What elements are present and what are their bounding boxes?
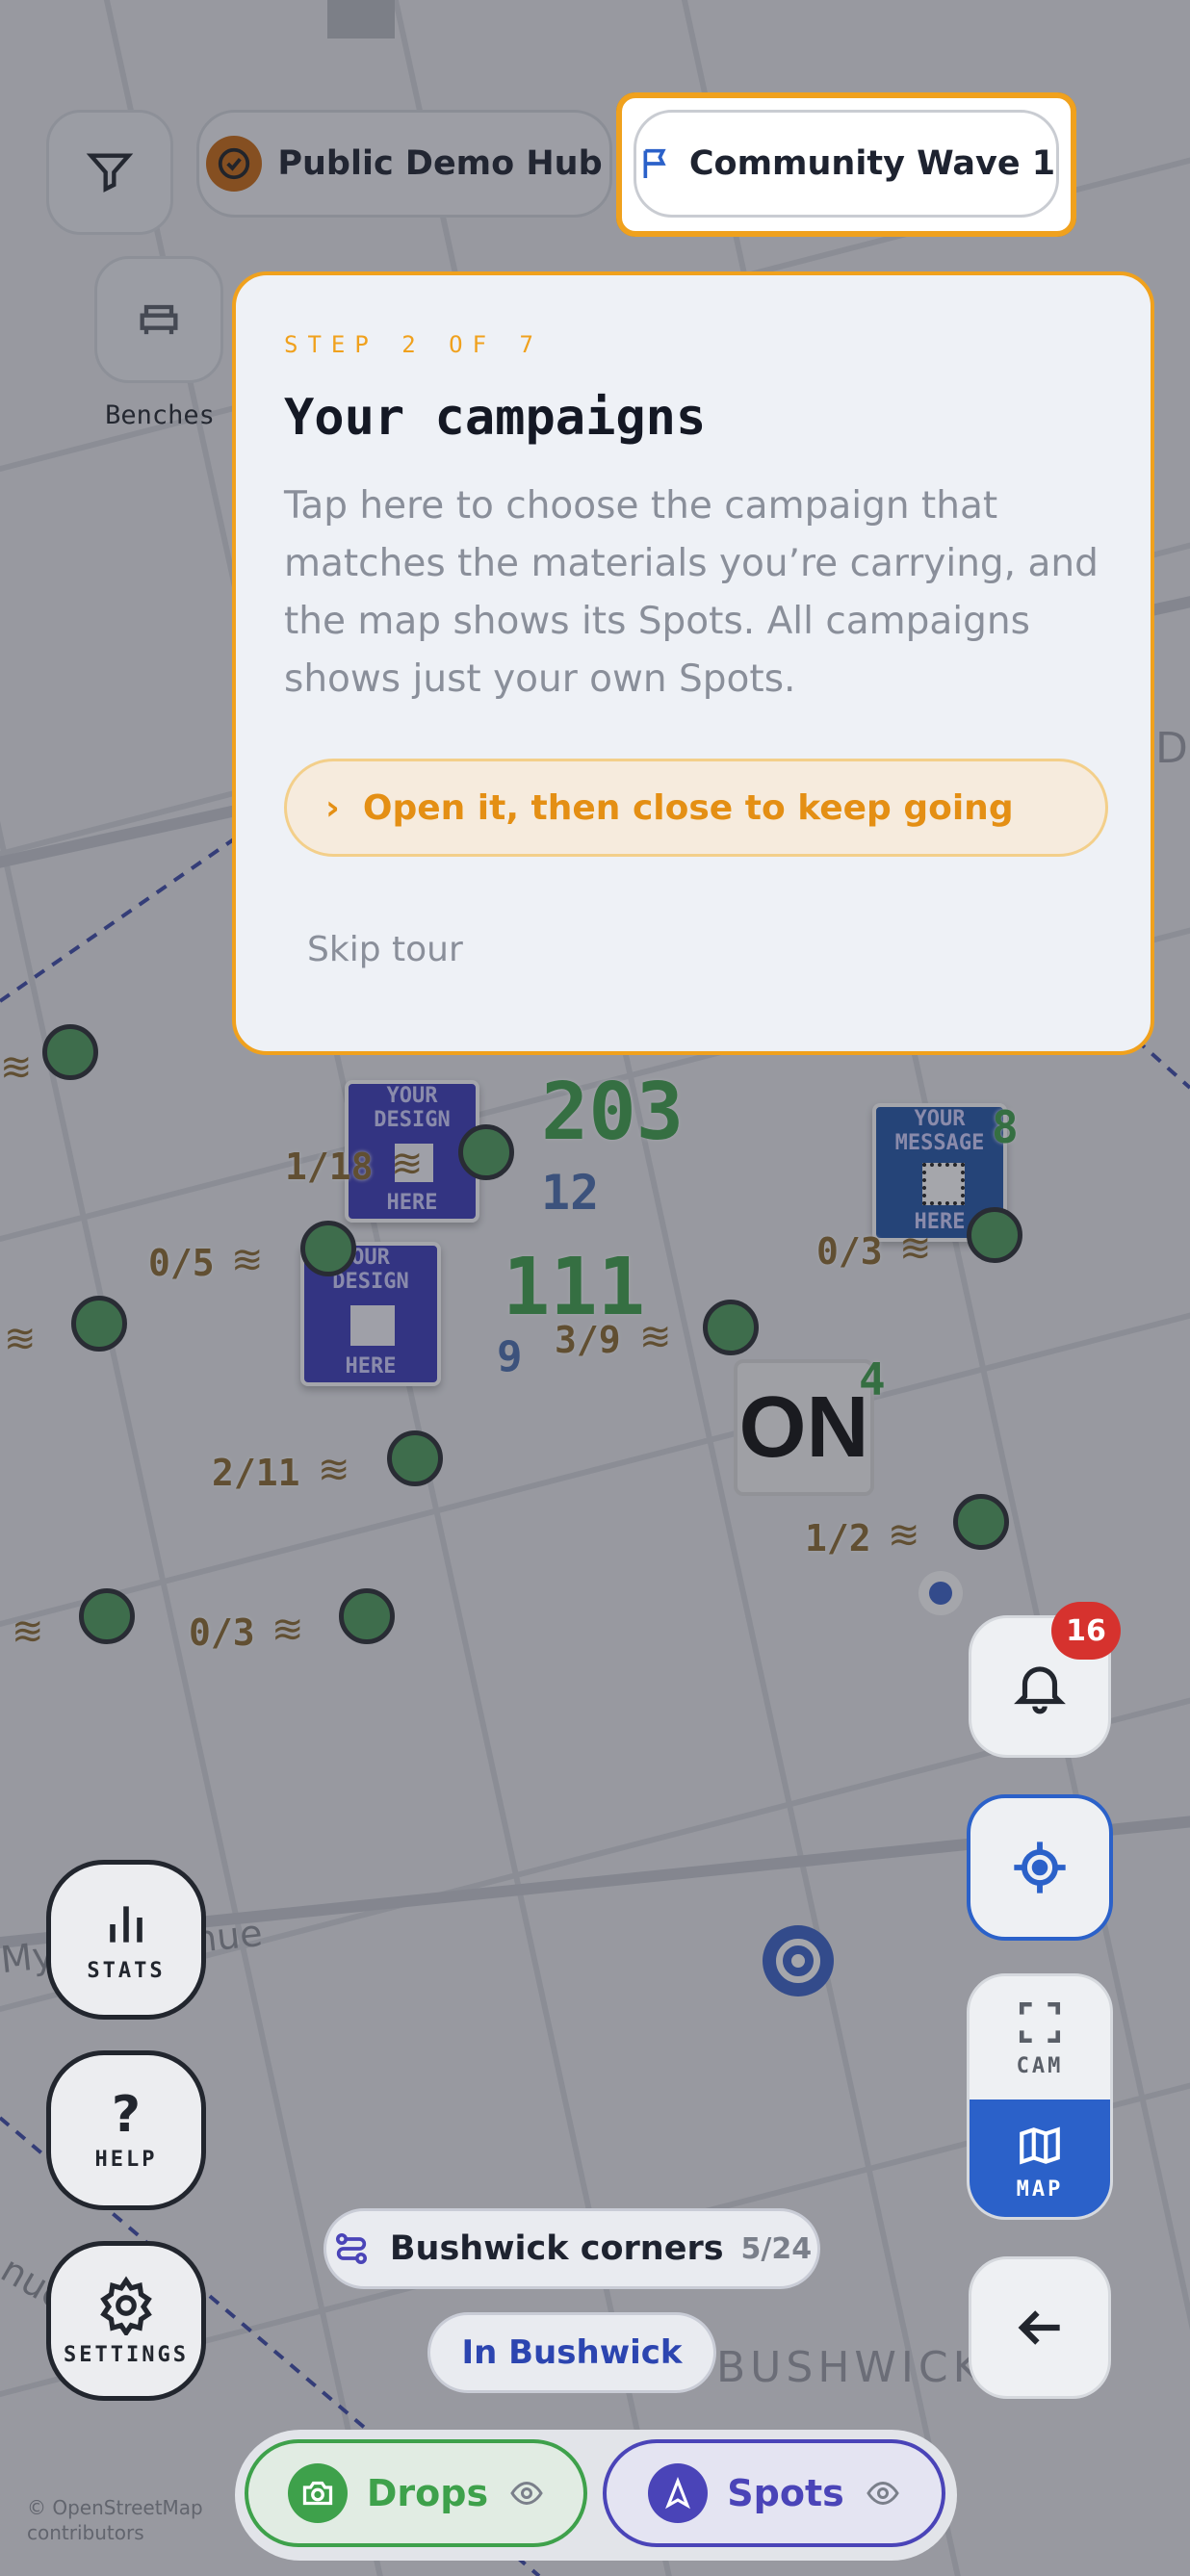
tour-card: STEP 2 OF 7 Your campaigns Tap here to c… bbox=[232, 271, 1154, 1055]
route-chip[interactable]: Bushwick corners 5/24 bbox=[323, 2208, 820, 2289]
bell-icon bbox=[1014, 1666, 1066, 1714]
settings-label: SETTINGS bbox=[64, 2342, 189, 2367]
drops-tab[interactable]: Drops bbox=[245, 2439, 587, 2547]
tour-cta-button[interactable]: › Open it, then close to keep going bbox=[284, 759, 1108, 857]
navigation-icon bbox=[648, 2463, 709, 2523]
notification-badge: 16 bbox=[1051, 1602, 1121, 1660]
cam-toggle[interactable]: CAM bbox=[970, 1976, 1110, 2099]
tour-cta-label: Open it, then close to keep going bbox=[362, 787, 1014, 828]
route-progress: 5/24 bbox=[740, 2231, 813, 2266]
campaign-selector-spotlit[interactable]: Community Wave 1 bbox=[634, 110, 1059, 218]
bar-chart-icon bbox=[110, 1905, 142, 1943]
locate-button[interactable] bbox=[967, 1794, 1113, 1941]
help-button[interactable]: ? HELP bbox=[46, 2050, 206, 2210]
settings-button[interactable]: SETTINGS bbox=[46, 2241, 206, 2401]
cam-label: CAM bbox=[1016, 2053, 1064, 2078]
tour-body: Tap here to choose the campaign that mat… bbox=[284, 484, 1099, 701]
question-icon: ? bbox=[111, 2085, 142, 2144]
crosshair-icon bbox=[1014, 1842, 1066, 1893]
map-toggle[interactable]: MAP bbox=[970, 2099, 1110, 2217]
back-button[interactable] bbox=[969, 2256, 1111, 2399]
view-toggle: CAM MAP bbox=[967, 1973, 1113, 2220]
spots-label: Spots bbox=[727, 2472, 844, 2514]
route-name: Bushwick corners bbox=[389, 2229, 724, 2268]
drops-label: Drops bbox=[366, 2472, 489, 2514]
route-icon bbox=[335, 2233, 367, 2264]
help-label: HELP bbox=[94, 2147, 158, 2172]
stats-label: STATS bbox=[87, 1958, 166, 1983]
area-chip[interactable]: In Bushwick bbox=[427, 2312, 716, 2393]
chevron-right-icon: › bbox=[325, 787, 340, 828]
skip-tour-button[interactable]: Skip tour bbox=[307, 930, 463, 969]
map-icon bbox=[1020, 2125, 1060, 2165]
flag-icon bbox=[643, 148, 666, 178]
tour-step: STEP 2 OF 7 bbox=[284, 331, 543, 358]
gear-icon bbox=[100, 2276, 152, 2335]
tour-title: Your campaigns bbox=[284, 389, 707, 447]
spots-tab[interactable]: Spots bbox=[603, 2439, 945, 2547]
arrow-left-icon bbox=[1018, 2310, 1060, 2345]
area-label: In Bushwick bbox=[461, 2333, 683, 2372]
campaign-label: Community Wave 1 bbox=[688, 144, 1056, 183]
eye-icon[interactable] bbox=[866, 2476, 900, 2511]
camera-icon bbox=[287, 2463, 348, 2523]
map-label: MAP bbox=[1016, 2177, 1064, 2202]
stats-button[interactable]: STATS bbox=[46, 1860, 206, 2020]
notification-count: 16 bbox=[1066, 1613, 1106, 1648]
eye-icon[interactable] bbox=[509, 2476, 544, 2511]
scan-frame-icon bbox=[1019, 2001, 1061, 2043]
